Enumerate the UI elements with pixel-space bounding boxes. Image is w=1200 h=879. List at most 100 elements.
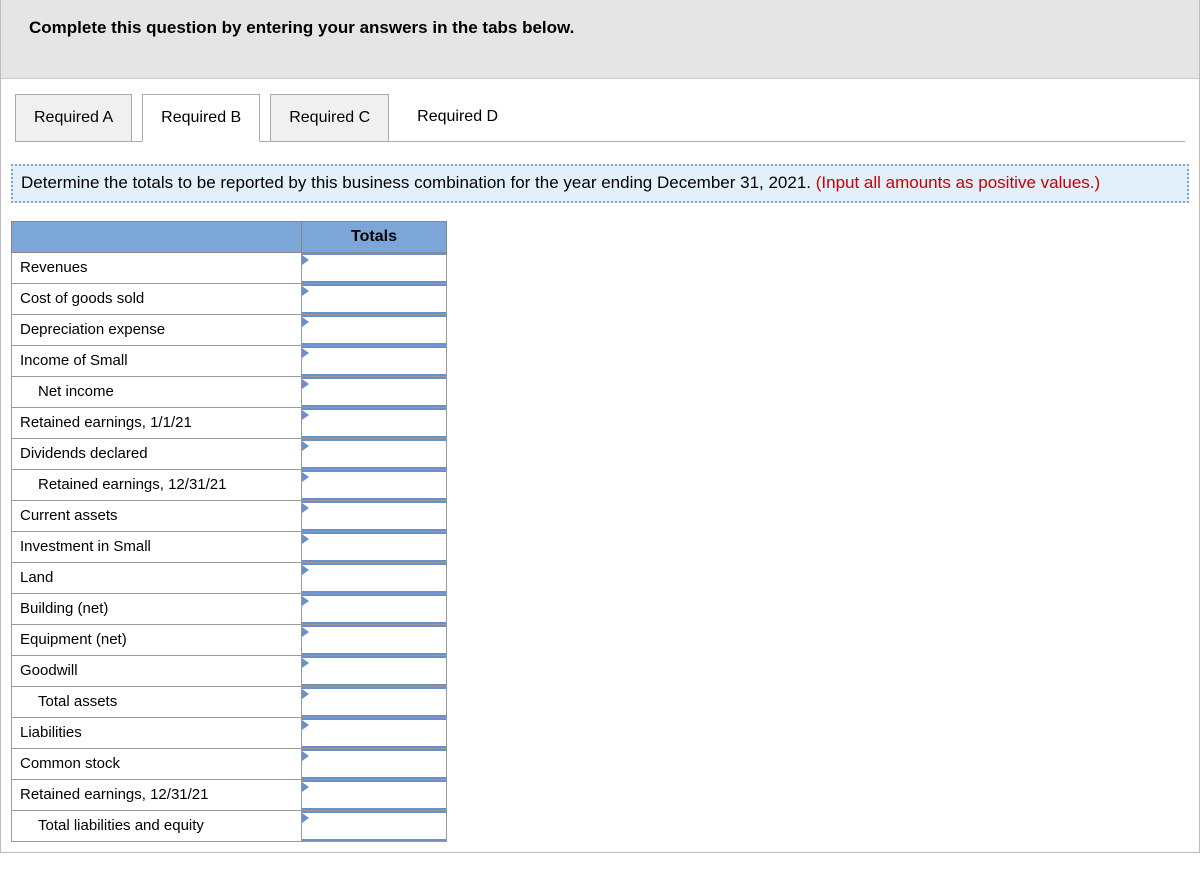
row-input-cell xyxy=(302,438,447,469)
table-row: Goodwill xyxy=(12,655,447,686)
answer-input[interactable] xyxy=(302,503,446,529)
row-input-cell xyxy=(302,500,447,531)
row-input-cell xyxy=(302,748,447,779)
tabs-row: Required ARequired BRequired CRequired D xyxy=(1,79,1199,141)
answer-input[interactable] xyxy=(302,627,446,653)
answer-input-wrap xyxy=(302,408,446,438)
table-row: Dividends declared xyxy=(12,438,447,469)
table-row: Building (net) xyxy=(12,593,447,624)
answer-input[interactable] xyxy=(302,317,446,343)
answer-input[interactable] xyxy=(302,658,446,684)
answer-table: Totals RevenuesCost of goods soldDepreci… xyxy=(11,221,447,842)
row-label: Goodwill xyxy=(12,655,302,686)
instruction-hint: (Input all amounts as positive values.) xyxy=(816,173,1100,192)
dropdown-indicator-icon xyxy=(302,627,309,637)
answer-input-wrap xyxy=(302,656,446,686)
dropdown-indicator-icon xyxy=(302,441,309,451)
dropdown-indicator-icon xyxy=(302,503,309,513)
table-row: Land xyxy=(12,562,447,593)
dropdown-indicator-icon xyxy=(302,255,309,265)
tab-required-b[interactable]: Required B xyxy=(142,94,260,142)
answer-input-wrap xyxy=(302,532,446,562)
question-container: Complete this question by entering your … xyxy=(0,0,1200,853)
answer-input[interactable] xyxy=(302,255,446,281)
row-input-cell xyxy=(302,407,447,438)
table-header-totals: Totals xyxy=(302,221,447,252)
answer-input-wrap xyxy=(302,439,446,469)
table-row: Common stock xyxy=(12,748,447,779)
row-label: Depreciation expense xyxy=(12,314,302,345)
answer-input-wrap xyxy=(302,377,446,407)
answer-input[interactable] xyxy=(302,813,446,839)
answer-input[interactable] xyxy=(302,441,446,467)
answer-input[interactable] xyxy=(302,410,446,436)
row-label: Building (net) xyxy=(12,593,302,624)
table-row: Income of Small xyxy=(12,345,447,376)
answer-input[interactable] xyxy=(302,751,446,777)
answer-input-wrap xyxy=(302,749,446,779)
dropdown-indicator-icon xyxy=(302,813,309,823)
dropdown-indicator-icon xyxy=(302,286,309,296)
answer-input[interactable] xyxy=(302,286,446,312)
dropdown-indicator-icon xyxy=(302,317,309,327)
table-row: Cost of goods sold xyxy=(12,283,447,314)
row-label: Land xyxy=(12,562,302,593)
table-row: Total liabilities and equity xyxy=(12,810,447,841)
tab-required-c[interactable]: Required C xyxy=(270,94,389,142)
answer-input-wrap xyxy=(302,687,446,717)
answer-input-wrap xyxy=(302,346,446,376)
row-input-cell xyxy=(302,593,447,624)
dropdown-indicator-icon xyxy=(302,596,309,606)
row-label: Retained earnings, 1/1/21 xyxy=(12,407,302,438)
row-input-cell xyxy=(302,717,447,748)
answer-input[interactable] xyxy=(302,534,446,560)
answer-input-wrap xyxy=(302,718,446,748)
table-header-blank xyxy=(12,221,302,252)
dropdown-indicator-icon xyxy=(302,348,309,358)
row-label: Revenues xyxy=(12,252,302,283)
row-input-cell xyxy=(302,686,447,717)
question-prompt-bar: Complete this question by entering your … xyxy=(1,0,1199,79)
row-label: Common stock xyxy=(12,748,302,779)
row-label: Total assets xyxy=(12,686,302,717)
dropdown-indicator-icon xyxy=(302,720,309,730)
table-row: Net income xyxy=(12,376,447,407)
row-label: Net income xyxy=(12,376,302,407)
answer-input[interactable] xyxy=(302,379,446,405)
row-label: Equipment (net) xyxy=(12,624,302,655)
tab-required-a[interactable]: Required A xyxy=(15,94,132,142)
row-label: Dividends declared xyxy=(12,438,302,469)
answer-input[interactable] xyxy=(302,348,446,374)
answer-input[interactable] xyxy=(302,689,446,715)
row-label: Total liabilities and equity xyxy=(12,810,302,841)
answer-input-wrap xyxy=(302,315,446,345)
tab-required-d[interactable]: Required D xyxy=(399,94,516,142)
row-label: Investment in Small xyxy=(12,531,302,562)
answer-input[interactable] xyxy=(302,782,446,808)
table-row: Depreciation expense xyxy=(12,314,447,345)
answer-input-wrap xyxy=(302,594,446,624)
table-row: Total assets xyxy=(12,686,447,717)
dropdown-indicator-icon xyxy=(302,379,309,389)
answer-input-wrap xyxy=(302,284,446,314)
answer-input-wrap xyxy=(302,563,446,593)
answer-input-wrap xyxy=(302,811,446,841)
instruction-main: Determine the totals to be reported by t… xyxy=(21,173,816,192)
answer-input[interactable] xyxy=(302,472,446,498)
answer-input[interactable] xyxy=(302,596,446,622)
answer-input[interactable] xyxy=(302,565,446,591)
table-row: Investment in Small xyxy=(12,531,447,562)
question-prompt-text: Complete this question by entering your … xyxy=(29,18,574,37)
dropdown-indicator-icon xyxy=(302,472,309,482)
row-label: Retained earnings, 12/31/21 xyxy=(12,469,302,500)
row-input-cell xyxy=(302,252,447,283)
row-label: Income of Small xyxy=(12,345,302,376)
dropdown-indicator-icon xyxy=(302,565,309,575)
row-input-cell xyxy=(302,531,447,562)
row-label: Current assets xyxy=(12,500,302,531)
row-label: Cost of goods sold xyxy=(12,283,302,314)
row-label: Retained earnings, 12/31/21 xyxy=(12,779,302,810)
table-row: Liabilities xyxy=(12,717,447,748)
answer-input-wrap xyxy=(302,470,446,500)
answer-input[interactable] xyxy=(302,720,446,746)
